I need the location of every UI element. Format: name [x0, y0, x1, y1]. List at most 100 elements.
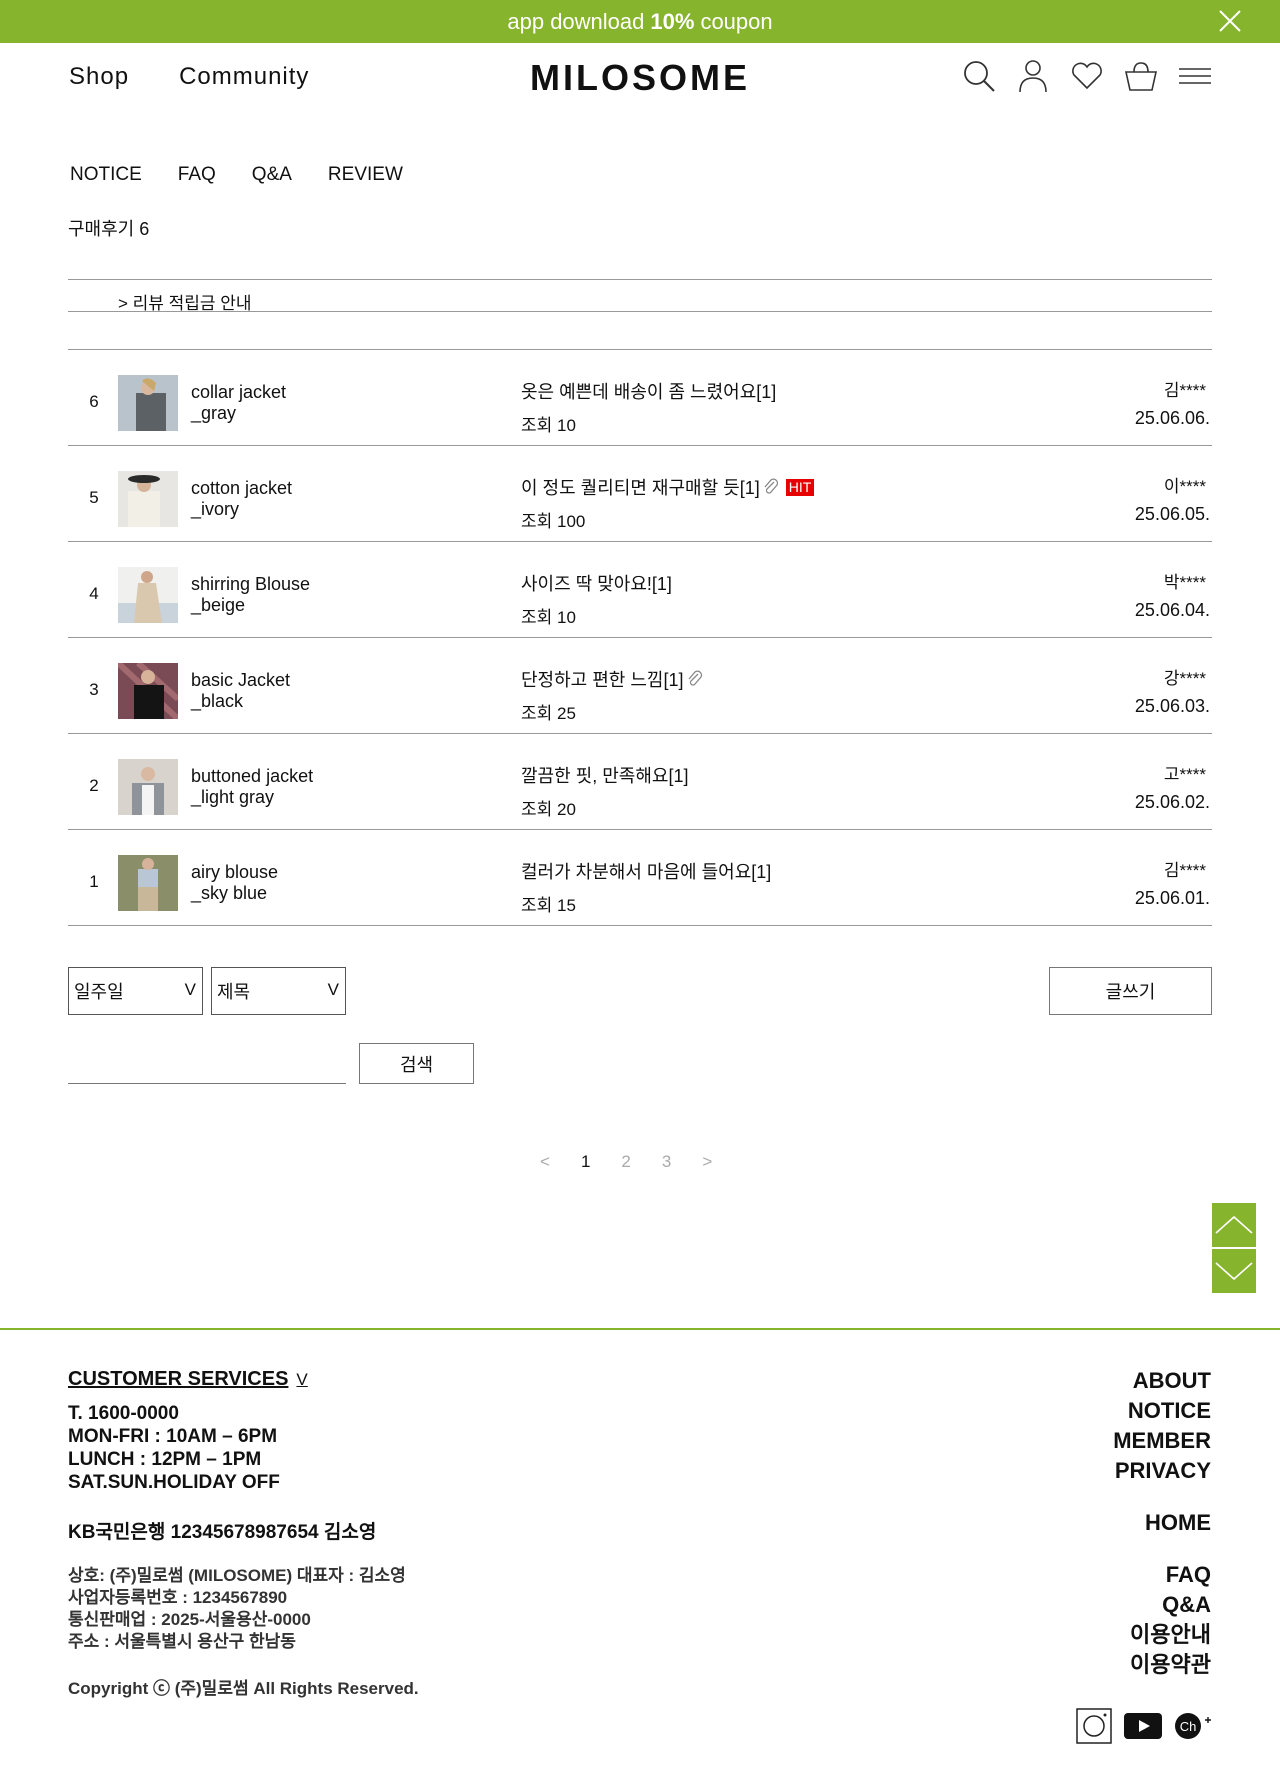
customer-services-toggle[interactable]: CUSTOMER SERVICES V — [68, 1368, 308, 1391]
paperclip-icon — [688, 670, 702, 686]
search-input[interactable] — [68, 1040, 346, 1084]
post-date: 25.06.01. — [1134, 888, 1210, 908]
product-thumbnail[interactable] — [118, 855, 178, 911]
header-icons — [962, 59, 1212, 93]
footer-link-home[interactable]: HOME — [1113, 1508, 1211, 1538]
footer-link-notice[interactable]: NOTICE — [1113, 1396, 1211, 1426]
footer-link-guide[interactable]: 이용안내 — [1113, 1620, 1211, 1650]
heart-icon[interactable] — [1070, 59, 1104, 93]
kakao-channel-label: Ch — [1180, 1719, 1197, 1734]
close-icon[interactable] — [1218, 9, 1242, 33]
search-button[interactable]: 검색 — [359, 1043, 474, 1084]
table-row: 3 basic Jacket _black 단정하고 편한 느낌[1] 조회 25… — [68, 638, 1212, 734]
page-2[interactable]: 2 — [621, 1152, 630, 1172]
youtube-icon[interactable] — [1124, 1713, 1162, 1739]
board-tabs: NOTICE FAQ Q&A REVIEW — [70, 164, 403, 186]
promo-banner[interactable]: app download 10% coupon — [0, 0, 1280, 43]
view-count: 조회 10 — [521, 416, 576, 435]
review-title[interactable]: 컬러가 차분해서 마음에 들어요[1] — [521, 858, 771, 884]
product-name[interactable]: airy blouse _sky blue — [191, 862, 278, 904]
review-list: 6 collar jacket _gray 옷은 예쁜데 배송이 좀 느렸어요[1… — [68, 350, 1212, 926]
author-name: 박**** — [1163, 573, 1206, 592]
footer-link-qna[interactable]: Q&A — [1113, 1590, 1211, 1620]
search-icon[interactable] — [962, 59, 996, 93]
chevron-down-icon: V — [184, 980, 196, 999]
table-row: 1 airy blouse _sky blue 컬러가 차분해서 마음에 들어요[… — [68, 830, 1212, 926]
review-title[interactable]: 이 정도 퀄리티면 재구매할 듯[1] HIT — [521, 474, 815, 500]
footer-divider — [0, 1328, 1280, 1330]
product-thumbnail[interactable] — [118, 375, 178, 431]
divider — [68, 279, 1212, 280]
menu-icon[interactable] — [1178, 59, 1212, 93]
view-count: 조회 100 — [521, 512, 586, 531]
paperclip-icon — [764, 478, 778, 494]
table-row: 6 collar jacket _gray 옷은 예쁜데 배송이 좀 느렸어요[1… — [68, 350, 1212, 446]
page-1[interactable]: 1 — [581, 1152, 590, 1172]
banner-text-suffix: coupon — [700, 8, 773, 34]
tab-qna[interactable]: Q&A — [252, 164, 292, 186]
business-info: 상호: (주)밀로썸 (MILOSOME) 대표자 : 김소영 사업자등록번호 … — [68, 1566, 406, 1651]
tab-notice[interactable]: NOTICE — [70, 164, 142, 186]
social-links: Ch — [1076, 1708, 1214, 1744]
period-select[interactable]: 일주일 V — [68, 967, 203, 1015]
banner-text-prefix: app download — [507, 8, 645, 34]
customer-service-info: T. 1600-0000 MON-FRI : 10AM – 6PM LUNCH … — [68, 1403, 280, 1493]
review-title[interactable]: 단정하고 편한 느낌[1] — [521, 666, 704, 692]
scroll-top-button[interactable] — [1212, 1203, 1256, 1247]
product-thumbnail[interactable] — [118, 471, 178, 527]
write-button[interactable]: 글쓰기 — [1049, 967, 1212, 1015]
post-date: 25.06.02. — [1134, 792, 1210, 812]
author-name: 김**** — [1163, 861, 1206, 880]
tab-faq[interactable]: FAQ — [178, 164, 216, 186]
post-date: 25.06.04. — [1134, 600, 1210, 620]
product-name[interactable]: collar jacket _gray — [191, 382, 286, 424]
review-title[interactable]: 옷은 예쁜데 배송이 좀 느렸어요[1] — [521, 378, 776, 404]
next-page[interactable]: > — [702, 1152, 712, 1172]
footer-link-member[interactable]: MEMBER — [1113, 1426, 1211, 1456]
product-thumbnail[interactable] — [118, 567, 178, 623]
product-name[interactable]: basic Jacket _black — [191, 670, 290, 712]
prev-page[interactable]: < — [540, 1152, 550, 1172]
row-number: 6 — [89, 392, 99, 411]
instagram-icon[interactable] — [1076, 1708, 1112, 1744]
footer-link-terms[interactable]: 이용약관 — [1113, 1650, 1211, 1680]
user-icon[interactable] — [1016, 59, 1050, 93]
product-thumbnail[interactable] — [118, 759, 178, 815]
footer-link-faq[interactable]: FAQ — [1113, 1560, 1211, 1590]
chevron-down-icon: V — [327, 980, 339, 999]
product-thumbnail[interactable] — [118, 663, 178, 719]
copyright: Copyright ⓒ (주)밀로썸 All Rights Reserved. — [68, 1679, 419, 1698]
chevron-down-icon: V — [296, 1369, 308, 1389]
scroll-bottom-button[interactable] — [1212, 1249, 1256, 1293]
post-date: 25.06.05. — [1134, 504, 1210, 524]
bank-account: KB국민은행 12345678987654 김소영 — [68, 1522, 377, 1543]
review-title[interactable]: 깔끔한 핏, 만족해요[1] — [521, 762, 689, 788]
post-date: 25.06.03. — [1134, 696, 1210, 716]
review-title[interactable]: 사이즈 딱 맞아요![1] — [521, 570, 672, 596]
review-count: 구매후기 6 — [68, 219, 150, 239]
author-name: 고**** — [1163, 765, 1206, 784]
hit-badge: HIT — [785, 478, 815, 496]
site-header: Shop Community MILOSOME — [0, 43, 1280, 113]
kakao-channel-icon[interactable]: Ch — [1174, 1712, 1214, 1740]
row-number: 2 — [89, 776, 99, 795]
post-date: 25.06.06. — [1134, 408, 1210, 428]
page-3[interactable]: 3 — [662, 1152, 671, 1172]
row-number: 3 — [89, 680, 99, 699]
product-name[interactable]: buttoned jacket _light gray — [191, 766, 313, 808]
product-name[interactable]: shirring Blouse _beige — [191, 574, 310, 616]
row-number: 5 — [89, 488, 99, 507]
product-name[interactable]: cotton jacket _ivory — [191, 478, 292, 520]
author-name: 강**** — [1163, 669, 1206, 688]
footer-link-privacy[interactable]: PRIVACY — [1113, 1456, 1211, 1486]
footer-link-about[interactable]: ABOUT — [1113, 1366, 1211, 1396]
footer-links: ABOUT NOTICE MEMBER PRIVACY HOME FAQ Q&A… — [1113, 1366, 1211, 1680]
tab-review[interactable]: REVIEW — [328, 164, 403, 186]
banner-text-highlight: 10% — [650, 8, 695, 34]
table-row: 5 cotton jacket _ivory 이 정도 퀄리티면 재구매할 듯[1… — [68, 446, 1212, 542]
cart-icon[interactable] — [1124, 59, 1158, 93]
field-select[interactable]: 제목 V — [211, 967, 346, 1015]
view-count: 조회 15 — [521, 896, 576, 915]
view-count: 조회 20 — [521, 800, 576, 819]
arrow-up-icon — [1215, 1215, 1253, 1234]
